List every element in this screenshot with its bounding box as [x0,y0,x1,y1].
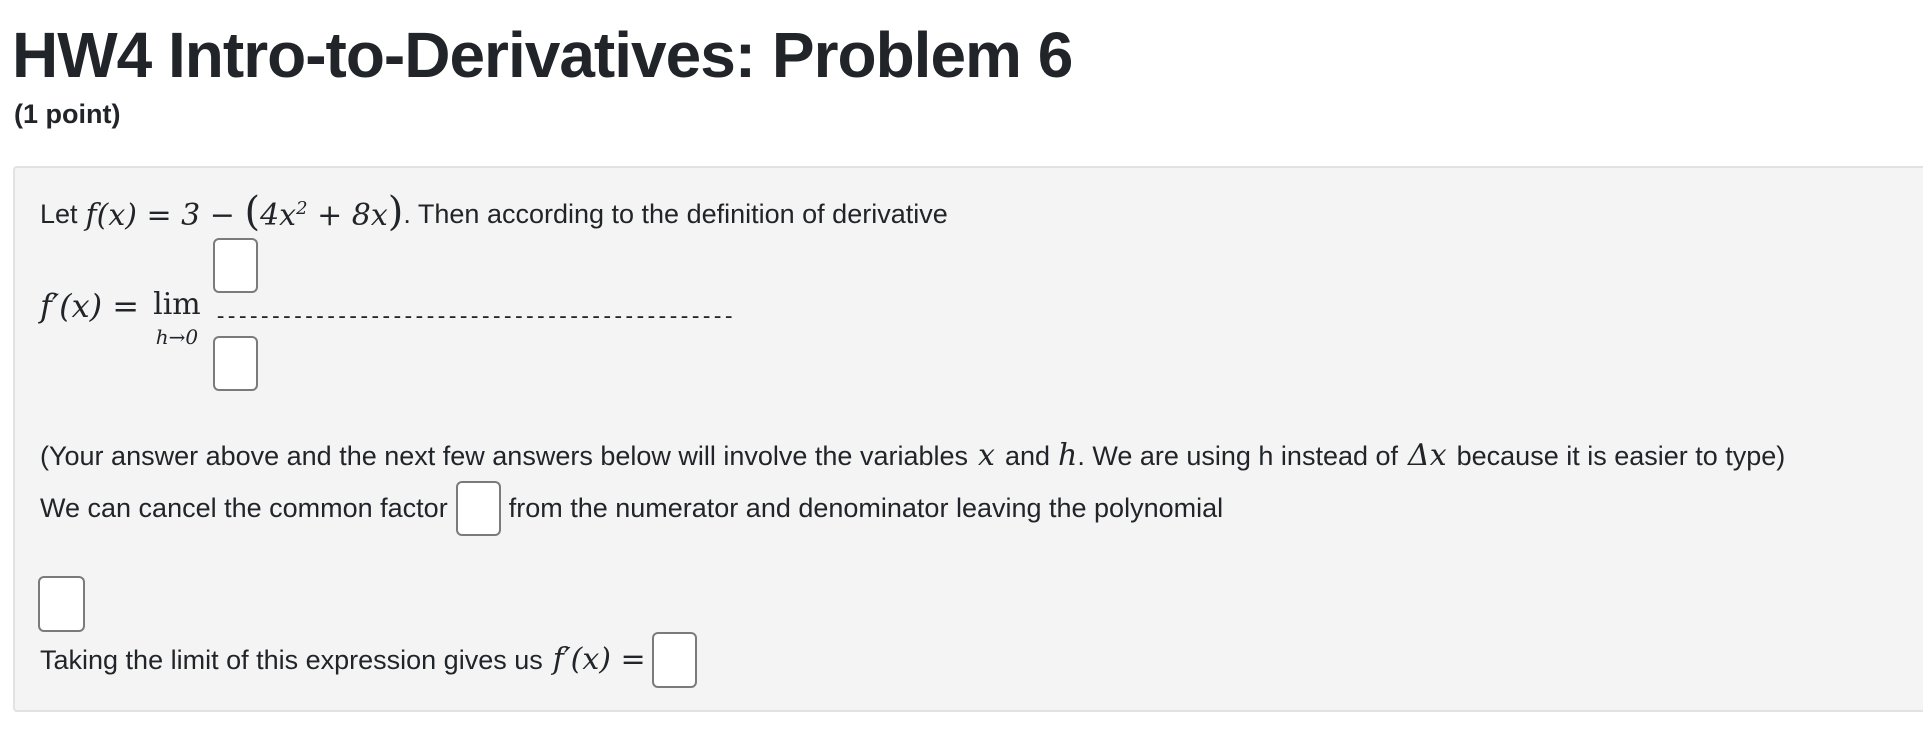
note-line: (Your answer above and the next few answ… [40,438,1786,473]
derivative-result-input[interactable] [651,632,697,688]
derivative-lhs: f′(x) = [40,287,140,325]
common-factor-input[interactable] [455,480,501,536]
function-definition: f(x) = 3 − (4x2 + 8x) [85,189,404,235]
denominator-input[interactable] [213,336,258,391]
final-limit-line: Taking the limit of this expression give… [40,632,697,688]
limit-operator: lim h→0 [153,284,201,348]
polynomial-input[interactable] [38,576,85,632]
limit-definition: f′(x) = lim h→0 [40,284,201,348]
cancel-line: We can cancel the common factor from the… [40,480,1223,536]
lim-subscript: h→0 [155,325,199,349]
intro-line: Let f(x) = 3 − (4x2 + 8x) . Then accordi… [40,192,948,236]
numerator-input[interactable] [213,238,258,293]
derivative-expression: f′(x) = [552,642,646,677]
point-value: (1 point) [14,99,121,129]
intro-suffix: . Then according to the definition of de… [403,199,948,229]
page-title: HW4 Intro-to-Derivatives: Problem 6 [12,19,1073,91]
intro-prefix: Let [40,199,78,229]
fraction-bar: ----------------------------------------… [214,304,735,329]
lim-word: lim [153,287,201,322]
